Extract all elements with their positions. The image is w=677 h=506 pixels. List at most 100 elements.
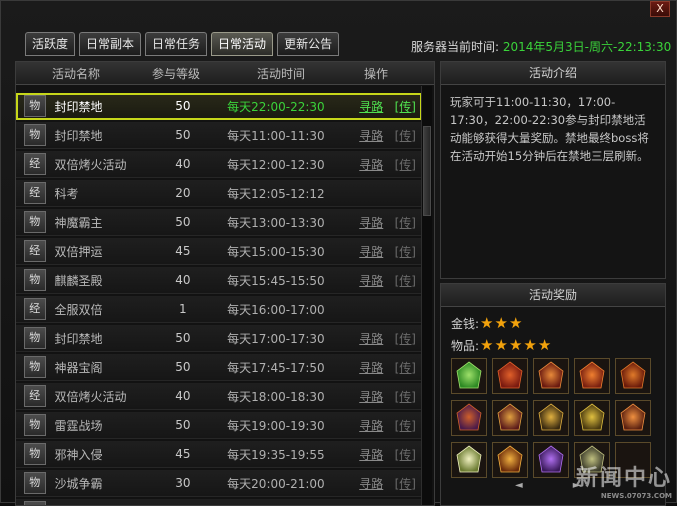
reward-slot[interactable] bbox=[451, 442, 487, 478]
close-button[interactable]: X bbox=[650, 1, 670, 17]
pathfind-link[interactable]: 寻路 bbox=[359, 417, 386, 434]
ring-icon bbox=[493, 401, 527, 435]
intro-text: 玩家可于11:00-11:30，17:00-17:30，22:00-22:30参… bbox=[441, 85, 665, 165]
teleport-link[interactable]: [传] bbox=[395, 243, 422, 260]
activity-name: 沙城争霸 bbox=[55, 475, 141, 492]
tab-activity-points[interactable]: 活跃度 bbox=[25, 32, 75, 56]
activity-rows: 物封印禁地50每天22:00-22:30寻路[传]物封印禁地50每天11:00-… bbox=[16, 93, 422, 506]
intro-panel: 活动介绍 玩家可于11:00-11:30，17:00-17:30，22:00-2… bbox=[440, 61, 666, 279]
activity-time: 每天20:00-21:00 bbox=[227, 475, 354, 492]
star-icon: ★ bbox=[523, 336, 536, 354]
list-scrollbar[interactable] bbox=[421, 86, 432, 505]
activity-level: 50 bbox=[153, 331, 214, 345]
tab-daily-dungeons[interactable]: 日常副本 bbox=[79, 32, 141, 56]
reward-slot[interactable] bbox=[615, 358, 651, 394]
activity-name: 神魔霸主 bbox=[55, 214, 141, 231]
activity-name: 科考 bbox=[55, 185, 141, 202]
pathfind-link[interactable]: 寻路 bbox=[359, 98, 386, 115]
pathfind-link[interactable]: 寻路 bbox=[359, 446, 386, 463]
table-row[interactable]: 物封印禁地50每天22:00-22:30寻路[传] bbox=[16, 93, 422, 120]
reward-slot[interactable] bbox=[615, 400, 651, 436]
pathfind-link[interactable]: 寻路 bbox=[359, 156, 386, 173]
star-icon: ★ bbox=[509, 336, 522, 354]
reward-slot[interactable] bbox=[533, 400, 569, 436]
teleport-link[interactable]: [传] bbox=[395, 388, 422, 405]
server-time: 服务器当前时间: 2014年5月3日-周六-22:13:30 bbox=[411, 38, 671, 55]
item-stars: ★★★★★ bbox=[479, 336, 551, 354]
table-row[interactable]: 经双倍烤火活动40每天18:00-18:30寻路[传] bbox=[16, 383, 422, 410]
teleport-link[interactable]: [传] bbox=[395, 272, 422, 289]
category-badge: 经 bbox=[24, 298, 46, 320]
teleport-link[interactable]: [传] bbox=[395, 127, 422, 144]
items-label: 物品: bbox=[451, 337, 479, 354]
table-row[interactable]: 物封印禁地50每天17:00-17:30寻路[传] bbox=[16, 325, 422, 352]
table-row[interactable]: 物神器宝阁50每天17:45-17:50寻路[传] bbox=[16, 354, 422, 381]
pathfind-link[interactable]: 寻路 bbox=[359, 475, 386, 492]
teleport-link[interactable]: [传] bbox=[395, 475, 422, 492]
teleport-link[interactable]: [传] bbox=[395, 359, 422, 376]
pathfind-link[interactable]: 寻路 bbox=[359, 330, 386, 347]
gold-stars: ★★★ bbox=[479, 314, 522, 332]
activity-level: 50 bbox=[153, 215, 214, 229]
header-name: 活动名称 bbox=[16, 65, 136, 82]
category-badge: 经 bbox=[24, 153, 46, 175]
activity-name: 麒麟圣殿 bbox=[55, 272, 141, 289]
tab-update-notes[interactable]: 更新公告 bbox=[277, 32, 339, 56]
scrollbar-thumb[interactable] bbox=[423, 126, 431, 216]
reward-slot[interactable] bbox=[574, 400, 610, 436]
reward-slot[interactable] bbox=[533, 358, 569, 394]
teleport-link[interactable]: [传] bbox=[395, 446, 422, 463]
pathfind-link[interactable]: 寻路 bbox=[359, 359, 386, 376]
pager-prev-button[interactable]: ◄ bbox=[515, 480, 523, 491]
table-row[interactable]: 物沙城争霸30每天20:00-21:00寻路[传] bbox=[16, 470, 422, 497]
teleport-link[interactable]: [传] bbox=[395, 214, 422, 231]
activity-time: 每天19:00-19:30 bbox=[227, 417, 354, 434]
reward-slot[interactable] bbox=[492, 442, 528, 478]
table-row[interactable]: 经双倍烤火活动40每天12:00-12:30寻路[传] bbox=[16, 151, 422, 178]
activity-time: 每天13:00-13:30 bbox=[227, 214, 354, 231]
pathfind-link[interactable]: 寻路 bbox=[359, 243, 386, 260]
reward-slot[interactable] bbox=[574, 358, 610, 394]
table-row[interactable]: 物神魔霸主 50 每天13:00-13:30 寻路 [传] bbox=[16, 209, 422, 236]
teleport-link[interactable]: [传] bbox=[395, 330, 422, 347]
category-badge: 物 bbox=[24, 269, 46, 291]
tab-daily-quests[interactable]: 日常任务 bbox=[145, 32, 207, 56]
pathfind-link[interactable]: 寻路 bbox=[359, 127, 386, 144]
item-reward-row: 物品: ★★★★★ bbox=[451, 336, 551, 354]
star-icon: ★ bbox=[480, 336, 493, 354]
activity-level: 50 bbox=[153, 360, 214, 374]
pathfind-link[interactable]: 寻路 bbox=[359, 272, 386, 289]
table-row[interactable]: 物邪神入侵45每天19:35-19:55寻路[传] bbox=[16, 441, 422, 468]
table-row[interactable]: 物封印禁地50每天11:00-11:30寻路[传] bbox=[16, 122, 422, 149]
header-time: 活动时间 bbox=[216, 65, 346, 82]
watermark: 新闻中心 NEWS.07073.COM bbox=[576, 460, 672, 500]
tab-daily-events[interactable]: 日常活动 bbox=[211, 32, 273, 56]
table-row[interactable]: 经双倍押运45每天15:00-15:30寻路[传] bbox=[16, 238, 422, 265]
activity-level: 50 bbox=[153, 99, 214, 113]
star-icon: ★ bbox=[538, 336, 551, 354]
reward-slot[interactable] bbox=[533, 442, 569, 478]
sword-icon bbox=[534, 401, 568, 435]
table-row[interactable]: 经科考20每天12:05-12:12 bbox=[16, 180, 422, 207]
category-badge: 物 bbox=[24, 211, 46, 233]
server-time-label: 服务器当前时间: bbox=[411, 40, 499, 54]
pathfind-link[interactable]: 寻路 bbox=[359, 214, 386, 231]
teleport-link[interactable]: [传] bbox=[395, 417, 422, 434]
gold-label: 金钱: bbox=[451, 315, 479, 332]
table-row[interactable]: 物雷霆战场50每天19:00-19:30寻路[传] bbox=[16, 412, 422, 439]
reward-slot[interactable] bbox=[492, 358, 528, 394]
table-row[interactable]: 物麒麟圣殿40每天15:45-15:50寻路[传] bbox=[16, 267, 422, 294]
category-badge: 经 bbox=[24, 182, 46, 204]
category-badge: 经 bbox=[24, 240, 46, 262]
fire-helmet-icon bbox=[616, 401, 650, 435]
category-badge: 物 bbox=[24, 95, 46, 117]
teleport-link[interactable]: [传] bbox=[395, 156, 422, 173]
activity-time: 每天17:00-17:30 bbox=[227, 330, 354, 347]
table-row[interactable]: 经全服双倍1每天16:00-17:00 bbox=[16, 296, 422, 323]
reward-slot[interactable] bbox=[451, 358, 487, 394]
reward-slot[interactable] bbox=[451, 400, 487, 436]
reward-slot[interactable] bbox=[492, 400, 528, 436]
activity-level: 20 bbox=[153, 186, 214, 200]
pathfind-link[interactable]: 寻路 bbox=[359, 388, 386, 405]
teleport-link[interactable]: [传] bbox=[395, 98, 422, 115]
